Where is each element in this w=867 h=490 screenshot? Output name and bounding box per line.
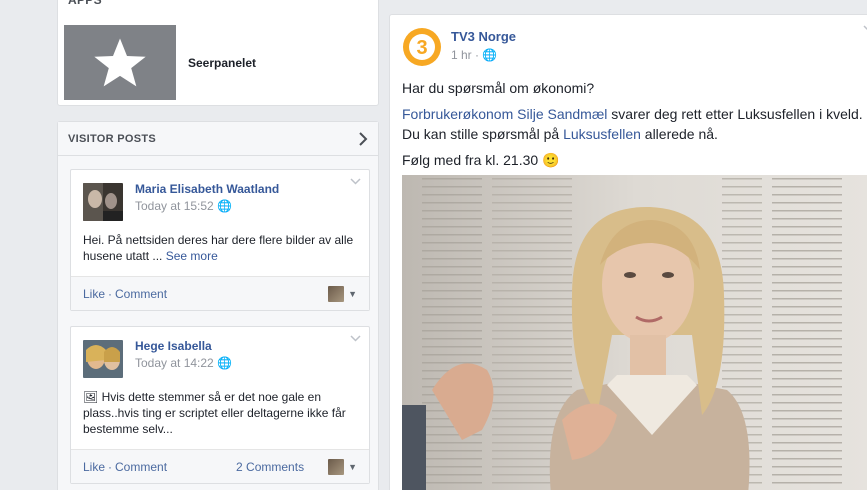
post-time: Today at 15:52 🌐 — [135, 199, 232, 213]
globe-icon: 🌐 — [217, 199, 233, 213]
post-time-text[interactable]: 1 hr — [451, 48, 472, 62]
post-footer: Like · Comment ▼ — [71, 276, 369, 310]
post-time-text[interactable]: Today at 14:22 — [135, 356, 214, 370]
like-link[interactable]: Like — [83, 287, 105, 301]
visitor-posts-panel: VISITOR POSTS Maria Elisabeth Waatland T… — [57, 121, 379, 490]
visitor-post: Hege Isabella Today at 14:22 🌐 🖼 Hvis de… — [70, 326, 370, 484]
chevron-right-icon[interactable] — [358, 131, 368, 146]
globe-icon: 🌐 — [482, 48, 498, 62]
post-line-text: allerede nå. — [640, 126, 718, 142]
post-text: Hei. På nettsiden deres har dere flere b… — [83, 233, 354, 263]
app-name[interactable]: Seerpanelet — [188, 56, 256, 70]
comment-link[interactable]: Comment — [115, 460, 167, 474]
apps-panel: APPS Seerpanelet — [57, 0, 379, 106]
post-line-text: Du kan stille spørsmål på — [402, 126, 564, 142]
app-item[interactable]: Seerpanelet — [64, 25, 256, 100]
post-line: Forbrukerøkonom Silje Sandmæl svarer deg… — [402, 104, 867, 144]
post-author[interactable]: Maria Elisabeth Waatland — [135, 182, 279, 196]
separator: · — [108, 459, 113, 474]
caret-down-icon[interactable]: ▼ — [348, 462, 357, 472]
visitor-posts-title: VISITOR POSTS — [68, 132, 157, 145]
post-line-text: svarer deg rett etter Luksusfellen i kve… — [607, 106, 863, 122]
svg-text:3: 3 — [416, 37, 427, 59]
luksusfellen-link[interactable]: Luksusfellen — [563, 126, 641, 142]
avatar[interactable] — [83, 183, 123, 221]
apps-header: APPS — [68, 0, 102, 7]
post-body: 🖼 Hvis dette stemmer så er det noe gale … — [83, 389, 361, 437]
globe-icon: 🌐 — [217, 356, 233, 370]
like-link[interactable]: Like — [83, 460, 105, 474]
chevron-down-icon[interactable] — [350, 335, 361, 342]
post-author[interactable]: Hege Isabella — [135, 339, 212, 353]
post-body: Hei. På nettsiden deres har dere flere b… — [83, 232, 361, 264]
post-time-text[interactable]: Today at 15:52 — [135, 199, 214, 213]
post-time: Today at 14:22 🌐 — [135, 356, 232, 370]
economist-link[interactable]: Forbrukerøkonom Silje Sandmæl — [402, 106, 607, 122]
image-icon: 🖼 — [83, 390, 99, 404]
comments-count[interactable]: 2 Comments — [236, 460, 304, 474]
post-line: Følg med fra kl. 21.30 🙂 — [402, 152, 560, 168]
chevron-down-icon[interactable] — [350, 178, 361, 185]
post-line: Har du spørsmål om økonomi? — [402, 80, 595, 96]
separator: · — [108, 286, 113, 301]
chevron-down-icon[interactable] — [863, 25, 867, 32]
post-time: 1 hr · 🌐 — [451, 48, 498, 62]
avatar[interactable] — [83, 340, 123, 378]
comment-link[interactable]: Comment — [115, 287, 167, 301]
post-text: Hvis dette stemmer så er det noe gale en… — [83, 390, 346, 436]
main-post: 3 TV3 Norge 1 hr · 🌐 Har du spørsmål om … — [389, 14, 867, 490]
visitor-posts-header[interactable]: VISITOR POSTS — [58, 122, 378, 156]
visitor-post: Maria Elisabeth Waatland Today at 15:52 … — [70, 169, 370, 311]
post-footer: Like · Comment 2 Comments ▼ — [71, 449, 369, 483]
tv3-logo-icon[interactable]: 3 — [402, 27, 442, 67]
actor-avatar[interactable] — [328, 285, 345, 302]
page-name-link[interactable]: TV3 Norge — [451, 29, 516, 44]
post-text: Har du spørsmål om økonomi? Forbrukerøko… — [402, 78, 867, 176]
caret-down-icon[interactable]: ▼ — [348, 289, 357, 299]
star-icon — [94, 38, 146, 86]
see-more-link[interactable]: See more — [166, 249, 218, 263]
post-photo[interactable] — [402, 175, 867, 490]
app-thumbnail[interactable] — [64, 25, 176, 100]
actor-avatar[interactable] — [328, 458, 345, 475]
